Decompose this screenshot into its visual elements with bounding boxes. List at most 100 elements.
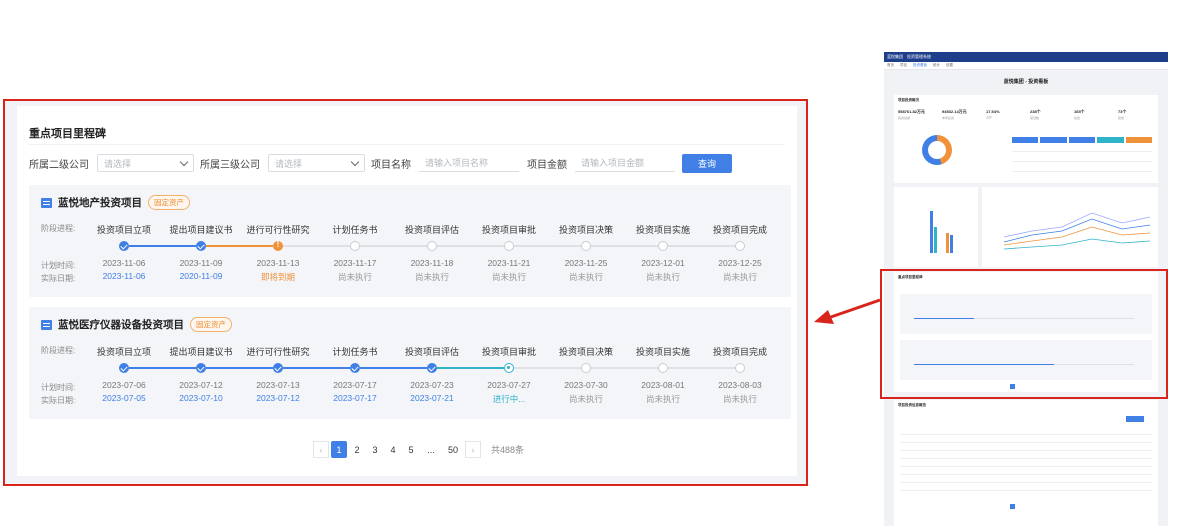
- project-name[interactable]: 蓝悦医疗仪器设备投资项目: [58, 317, 184, 332]
- project-tag: 固定资产: [148, 195, 190, 210]
- total-count: 共488条: [491, 445, 525, 455]
- page-button[interactable]: 2: [349, 441, 365, 458]
- thumb-kpi: 165个在建: [1074, 109, 1085, 120]
- page-button[interactable]: 1: [331, 441, 347, 458]
- next-page-button[interactable]: ›: [465, 441, 481, 458]
- stage-connector: [591, 367, 658, 369]
- stage-actual-date: 尚未执行: [722, 272, 757, 282]
- thumb-kpi-label: 完成: [1118, 116, 1125, 120]
- thumb-nav-item[interactable]: 投资看板: [913, 63, 927, 68]
- stage-connector: [591, 245, 658, 247]
- thumb-page-title: 蓝悦集团 - 投资看板: [1003, 79, 1049, 85]
- stage-todo-icon[interactable]: [504, 241, 514, 251]
- thumb-nav-item[interactable]: 设置: [946, 63, 953, 68]
- thumb-stage-header: [1012, 137, 1153, 143]
- filter-label: 项目金额: [527, 159, 567, 171]
- thumb-overview-card: 项目投资概况 558761.82万元 投资总额 94532.14万元 本年投资 17.5…: [894, 95, 1158, 183]
- filter-label: 所属二级公司: [29, 159, 89, 171]
- stage-done-icon[interactable]: [119, 363, 129, 373]
- query-button[interactable]: 查询: [682, 154, 732, 173]
- thumb-kpi: 238个 项目数: [1030, 109, 1041, 120]
- thumb-kpi-value: 165个: [1074, 109, 1085, 114]
- thumb-kpi-label: 投资总额: [898, 116, 911, 120]
- pagination: ‹ 1 2 3 4 5... 50 › 共488条: [313, 441, 524, 458]
- thumb-kpi: 94532.14万元 本年投资: [942, 109, 967, 120]
- stage-todo-icon[interactable]: [735, 363, 745, 373]
- thumb-bar-chart: [918, 203, 970, 253]
- stage-done-icon[interactable]: [350, 363, 360, 373]
- page-button[interactable]: 5: [403, 441, 419, 458]
- select-placeholder: 请选择: [104, 158, 132, 169]
- stage-connector: [283, 245, 350, 247]
- thumb-list-card: 项目投资信息概览: [894, 400, 1158, 526]
- stage-todo-icon[interactable]: [350, 241, 360, 251]
- stage-connector: [206, 245, 273, 247]
- stage-todo-icon[interactable]: [581, 363, 591, 373]
- project-amount-input[interactable]: 请输入项目金额: [575, 154, 675, 172]
- stage-connector: [668, 245, 735, 247]
- page-ellipsis: ...: [427, 444, 435, 455]
- pointer-arrow-icon: [814, 298, 881, 324]
- thumb-kpi-value: 558761.82万元: [898, 109, 925, 114]
- thumb-nav-item[interactable]: 首页: [887, 63, 894, 68]
- thumb-kpi-label: 项目数: [1030, 116, 1040, 120]
- milestone-panel: 重点项目里程碑 所属二级公司 请选择 所属三级公司 请选择 项目名称 请输入项目…: [17, 106, 797, 476]
- page-button[interactable]: 3: [367, 441, 383, 458]
- project-card: 蓝悦地产投资项目 固定资产 阶段进程: 计划时间: 实际日期: 投资项目立项 2023-11…: [29, 185, 791, 297]
- thumb-kpi-value: 17.54%: [986, 109, 1000, 114]
- thumb-kpi-label: 本年投资: [942, 116, 955, 120]
- stage-connector: [129, 367, 196, 369]
- row-label-stage: 阶段进程:: [41, 224, 76, 233]
- chevron-down-icon: [179, 157, 189, 166]
- third-company-select[interactable]: 请选择: [268, 154, 365, 172]
- select-placeholder: 请选择: [275, 158, 303, 169]
- stage-connector: [437, 245, 504, 247]
- project-name[interactable]: 蓝悦地产投资项目: [58, 195, 142, 210]
- project-name-input[interactable]: 请输入项目名称: [419, 154, 519, 172]
- stage-connector: [206, 367, 273, 369]
- stage-name: 投资项目完成: [712, 347, 767, 357]
- stage-done-icon[interactable]: [196, 363, 206, 373]
- thumb-nav-item[interactable]: 统计: [933, 63, 940, 68]
- prev-page-button[interactable]: ‹: [313, 441, 329, 458]
- thumb-line-chart-card: [982, 187, 1158, 267]
- project-icon: [41, 319, 52, 330]
- stage-connector: [283, 367, 350, 369]
- row-label-stage: 阶段进程:: [41, 346, 76, 355]
- stage-todo-icon[interactable]: [735, 241, 745, 251]
- stage-todo-icon[interactable]: [581, 241, 591, 251]
- filter-project-name: 项目名称 请输入项目名称: [371, 154, 519, 172]
- thumbnail-highlight-frame: [880, 269, 1168, 399]
- stage-todo-icon[interactable]: [658, 363, 668, 373]
- filter-project-amount: 项目金额 请输入项目金额: [527, 154, 675, 172]
- stage-done-icon[interactable]: [427, 363, 437, 373]
- stage-active-icon[interactable]: [504, 363, 514, 373]
- filter-label: 项目名称: [371, 159, 411, 171]
- thumb-kpi-value: 94532.14万元: [942, 109, 967, 114]
- stage-todo-icon[interactable]: [658, 241, 668, 251]
- project-card: 蓝悦医疗仪器设备投资项目 固定资产 阶段进程: 计划时间: 实际日期: 投资项目立项 202…: [29, 307, 791, 419]
- stage-connector: [360, 367, 427, 369]
- stage-warn-icon[interactable]: [273, 240, 283, 251]
- project-icon: [41, 197, 52, 208]
- row-label-plan: 计划时间:: [41, 261, 76, 270]
- stage-todo-icon[interactable]: [427, 241, 437, 251]
- stage-done-icon[interactable]: [119, 241, 129, 251]
- stage-actual-date: 尚未执行: [722, 394, 757, 404]
- page-button[interactable]: 50: [443, 441, 463, 458]
- thumb-kpi: 73个 完成: [1118, 109, 1126, 120]
- thumb-kpi-label: 在建: [1074, 116, 1081, 120]
- thumb-brand: 蓝悦集团: [887, 54, 903, 59]
- stage-plan-date: 2023-08-03: [718, 380, 762, 390]
- stage-done-icon[interactable]: [196, 241, 206, 251]
- thumb-system: 投资管理系统: [907, 54, 931, 59]
- page-button[interactable]: 4: [385, 441, 401, 458]
- thumb-nav: 首页 项目 投资看板 统计 设置: [884, 62, 1168, 70]
- filter-label: 所属三级公司: [200, 159, 260, 171]
- thumb-nav-item[interactable]: 项目: [900, 63, 907, 68]
- stage-connector: [514, 367, 581, 369]
- thumb-card-title: 项目投资概况: [898, 98, 919, 102]
- stage-done-icon[interactable]: [273, 363, 283, 373]
- second-company-select[interactable]: 请选择: [97, 154, 194, 172]
- thumb-kpi: 558761.82万元 投资总额: [898, 109, 925, 120]
